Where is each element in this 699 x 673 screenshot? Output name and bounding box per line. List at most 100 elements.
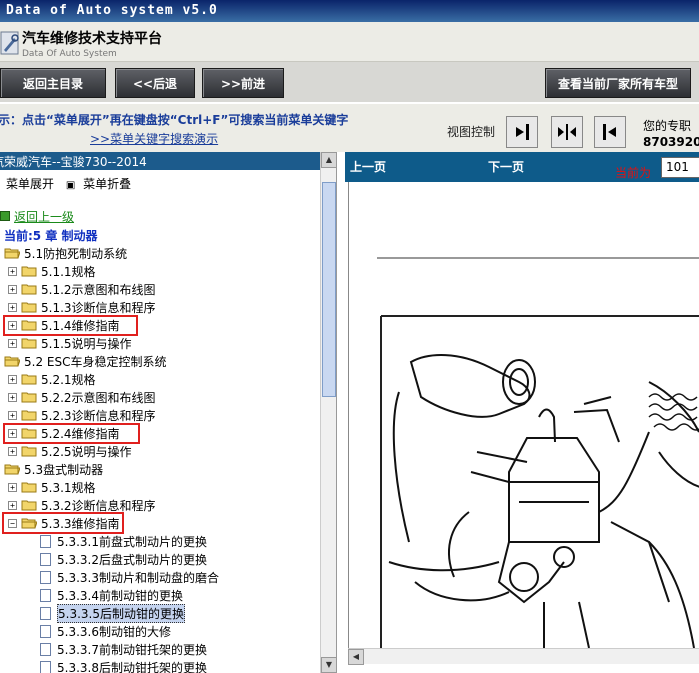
expand-toggle-icon[interactable]: + [8, 482, 17, 492]
tree-item[interactable]: 5.2 ESC车身稳定控制系统 [4, 352, 166, 370]
tree-item[interactable]: 5.3.3.5后制动钳的更换 [40, 603, 185, 623]
tree-item[interactable]: 5.3盘式制动器 [4, 460, 103, 478]
tree-item[interactable]: 5.1防抱死制动系统 [4, 244, 127, 262]
tree-item-label: 5.2.5说明与操作 [41, 444, 132, 459]
tree-item-label: 5.3.3.3制动片和制动盘的磨合 [57, 570, 219, 585]
expand-toggle-icon[interactable]: + [8, 338, 17, 348]
expand-toggle-icon[interactable]: + [8, 302, 17, 312]
folder-icon [21, 302, 37, 313]
document-page-icon [40, 552, 51, 566]
expand-toggle-icon[interactable]: + [8, 500, 17, 510]
home-button[interactable]: 返回主目录 [0, 68, 106, 98]
window-title-bar: Data of Auto system v5.0 [0, 0, 699, 22]
page-number-input[interactable]: 101 [661, 157, 699, 178]
expand-toggle-icon[interactable]: + [8, 374, 17, 384]
tree-item-label: 5.3.1规格 [41, 480, 96, 495]
tree-item-label: 5.1.5说明与操作 [41, 336, 132, 351]
tree-item-label: 5.1防抱死制动系统 [24, 246, 128, 261]
scroll-thumb[interactable] [322, 182, 336, 397]
folder-open-icon [4, 248, 20, 259]
menu-expand-link[interactable]: 菜单展开 [6, 177, 54, 191]
folder-icon [21, 266, 37, 277]
menu-toggle-row: 菜单展开 ▣ 菜单折叠 [6, 175, 131, 192]
tree-item-label: 5.3.3.5后制动钳的更换 [57, 603, 185, 623]
forward-button[interactable]: >>前进 [202, 68, 284, 98]
menu-collapse-link[interactable]: 菜单折叠 [83, 177, 131, 191]
tree-item[interactable]: +5.1.2示意图和布线图 [8, 280, 156, 298]
tree-item[interactable]: +5.1.3诊断信息和程序 [8, 298, 156, 316]
tree-item-label: 5.1.1规格 [41, 264, 96, 279]
scroll-left-icon[interactable]: ◀ [348, 649, 364, 665]
folder-icon [21, 446, 37, 457]
search-hint-text: 提示：点击“菜单展开”再在键盘按“Ctrl+F”可搜索当前菜单关键字 [0, 113, 349, 127]
pager-bar: 上一页 下一页 当前为 101 [345, 152, 699, 182]
back-up-label: 返回上一级 [14, 209, 75, 224]
back-button[interactable]: <<后退 [115, 68, 195, 98]
document-hscroll[interactable]: ◀ [348, 648, 699, 665]
hint-bar: 提示：点击“菜单展开”再在键盘按“Ctrl+F”可搜索当前菜单关键字 >>菜单关… [0, 104, 699, 152]
document-page-icon [40, 624, 51, 638]
document-page-icon [40, 606, 51, 620]
folder-icon [21, 392, 37, 403]
next-page-button[interactable]: 下一页 [488, 158, 524, 175]
folder-icon [21, 374, 37, 385]
contact-label: 您的专职 [643, 119, 692, 133]
tree-item[interactable]: +5.2.1规格 [8, 370, 96, 388]
all-models-button[interactable]: 查看当前厂家所有车型 [545, 68, 691, 98]
arrow-right-icon [516, 124, 529, 140]
view-left-button[interactable] [594, 116, 626, 148]
tree-item-label: 5.1.2示意图和布线图 [41, 282, 156, 297]
expand-toggle-icon[interactable]: + [8, 266, 17, 276]
document-page-icon [40, 588, 51, 602]
view-both-button[interactable] [551, 116, 583, 148]
scroll-up-icon[interactable]: ▲ [321, 152, 336, 168]
tree-item-label: 5.3盘式制动器 [24, 462, 104, 477]
folder-open-icon [4, 464, 20, 475]
tree-item-label: 5.3.3.6制动钳的大修 [57, 624, 171, 639]
tree-item[interactable]: 5.3.3.7前制动钳托架的更换 [40, 640, 207, 658]
folder-icon [21, 410, 37, 421]
current-chapter-label: 当前:5 章 制动器 [4, 228, 98, 243]
scroll-down-icon[interactable]: ▼ [321, 657, 336, 673]
expand-toggle-icon[interactable]: + [8, 446, 17, 456]
tree-item-label: 5.2.2示意图和布线图 [41, 390, 156, 405]
folder-icon [21, 338, 37, 349]
document-viewer: 上一页 下一页 当前为 101 ◀ [345, 152, 699, 673]
tree-item[interactable]: +5.2.5说明与操作 [8, 442, 132, 460]
tree-item[interactable]: +5.3.1规格 [8, 478, 96, 496]
wrench-logo-icon [0, 31, 19, 55]
prev-page-button[interactable]: 上一页 [350, 158, 386, 175]
tree-item[interactable]: 5.3.3.3制动片和制动盘的磨合 [40, 568, 219, 586]
tree-item[interactable]: 5.3.3.6制动钳的大修 [40, 622, 171, 640]
search-demo-link[interactable]: >>菜单关键字搜索演示 [90, 130, 218, 147]
expand-toggle-icon[interactable]: + [8, 392, 17, 402]
view-right-button[interactable] [506, 116, 538, 148]
tree-scrollbar[interactable]: ▲ ▼ [320, 152, 336, 673]
document-page [348, 182, 699, 658]
tree-item-label: 5.3.3.2后盘式制动片的更换 [57, 552, 207, 567]
tree-item[interactable]: +5.1.1规格 [8, 262, 96, 280]
tree-item-label: 5.1.3诊断信息和程序 [41, 300, 156, 315]
tree-item-label: 5.3.2诊断信息和程序 [41, 498, 156, 513]
menu-tree-panel: 上汽荣威汽车--宝骏730--2014 菜单展开 ▣ 菜单折叠 返回上一级 当前… [0, 152, 337, 673]
highlight-box [2, 512, 124, 534]
tree-item[interactable]: 5.3.3.8后制动钳托架的更换 [40, 658, 207, 673]
tree-item[interactable]: +5.2.3诊断信息和程序 [8, 406, 156, 424]
tree-item[interactable]: +5.1.5说明与操作 [8, 334, 132, 352]
tree-item[interactable]: 5.3.3.2后盘式制动片的更换 [40, 550, 207, 568]
folder-icon [21, 482, 37, 493]
tree-item-label: 5.3.3.7前制动钳托架的更换 [57, 642, 207, 657]
tree-item-label: 5.3.3.8后制动钳托架的更换 [57, 660, 207, 673]
tree-item-label: 5.3.3.4前制动钳的更换 [57, 588, 183, 603]
tree-item[interactable]: +5.2.2示意图和布线图 [8, 388, 156, 406]
collapse-box-icon: ▣ [65, 180, 76, 191]
folder-icon [21, 500, 37, 511]
document-page-icon [40, 534, 51, 548]
tree-item[interactable]: 5.3.3.4前制动钳的更换 [40, 586, 183, 604]
expand-toggle-icon[interactable]: + [8, 410, 17, 420]
tree-item[interactable]: 5.3.3.1前盘式制动片的更换 [40, 532, 207, 550]
back-up-link[interactable]: 返回上一级 [0, 207, 74, 225]
arrow-left-icon [603, 124, 616, 140]
contact-info: 您的专职 8703920 [643, 118, 699, 150]
expand-toggle-icon[interactable]: + [8, 284, 17, 294]
